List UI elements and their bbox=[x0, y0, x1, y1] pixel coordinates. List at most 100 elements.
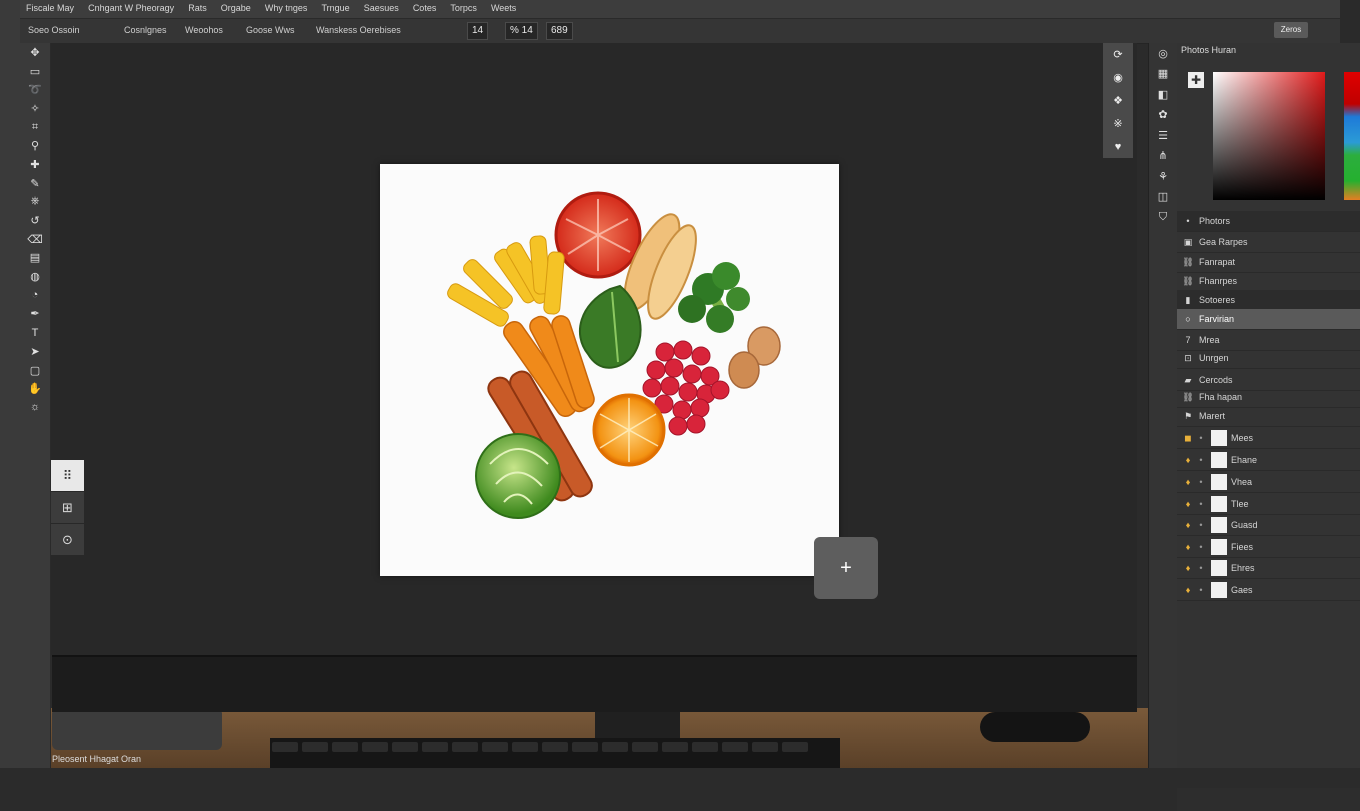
visibility-icon[interactable]: ◼ bbox=[1183, 433, 1193, 444]
gradients-icon[interactable]: ◧ bbox=[1149, 84, 1177, 105]
layer-thumbnail bbox=[1211, 539, 1227, 555]
options-item[interactable]: Cosnlgnes bbox=[124, 25, 167, 35]
visibility-icon[interactable]: ♦ bbox=[1183, 585, 1193, 595]
menu-item[interactable]: Cotes bbox=[413, 3, 437, 13]
swatches-icon[interactable]: ▦ bbox=[1149, 64, 1177, 85]
color-wheel-icon[interactable]: ◎ bbox=[1149, 43, 1177, 64]
frame-icon[interactable]: ⊞ bbox=[51, 492, 84, 523]
path-select-icon[interactable]: ➤ bbox=[20, 342, 50, 361]
mouse bbox=[980, 712, 1090, 742]
healing-icon[interactable]: ✚ bbox=[20, 155, 50, 174]
menu-item[interactable]: Orgabe bbox=[221, 3, 251, 13]
panel-section-header[interactable]: • Photors bbox=[1177, 211, 1360, 232]
move-icon[interactable]: ✥ bbox=[20, 43, 50, 62]
foreground-swatch-icon[interactable]: ✚ bbox=[1188, 72, 1204, 88]
visibility-icon[interactable]: ♦ bbox=[1183, 542, 1193, 552]
hue-slider[interactable] bbox=[1344, 72, 1360, 200]
lasso-icon[interactable]: ➰ bbox=[20, 80, 50, 99]
layers-icon[interactable]: ☰ bbox=[1149, 125, 1177, 146]
menu-item[interactable]: Torpcs bbox=[450, 3, 477, 13]
panel-icon-strip: ◎ ▦ ◧ ✿ ☰ ⋔ ⚘ ◫ ⛉ bbox=[1148, 43, 1178, 768]
hand-icon[interactable]: ✋ bbox=[20, 379, 50, 398]
zoom-icon[interactable]: ☼ bbox=[20, 398, 50, 417]
menu-item[interactable]: Weets bbox=[491, 3, 516, 13]
marquee-icon[interactable]: ▭ bbox=[20, 62, 50, 81]
drop-icon[interactable]: ❖ bbox=[1103, 89, 1133, 112]
layer-row[interactable]: ♦ • Ehane bbox=[1177, 450, 1360, 471]
document-canvas[interactable] bbox=[380, 164, 839, 576]
list-item-selected[interactable]: ○ Farvirian bbox=[1177, 309, 1360, 330]
styles-icon[interactable]: ⛉ bbox=[1149, 207, 1177, 228]
dodge-icon[interactable]: ◔ bbox=[20, 286, 50, 305]
link-icon: ⛓ bbox=[1182, 256, 1194, 267]
eyedropper-icon[interactable]: ⚲ bbox=[20, 136, 50, 155]
pen-icon[interactable]: ✒ bbox=[20, 305, 50, 324]
add-button[interactable]: + bbox=[814, 537, 878, 599]
workspace-button[interactable]: Zeros bbox=[1274, 22, 1308, 38]
gradient-icon[interactable]: ▤ bbox=[20, 249, 50, 268]
menu-item[interactable]: Cnhgant W Pheoragy bbox=[88, 3, 174, 13]
crop-icon[interactable]: ⌗ bbox=[20, 118, 50, 137]
layer-thumbnail bbox=[1211, 517, 1227, 533]
image-icon: ▣ bbox=[1183, 236, 1193, 247]
number-icon: 7 bbox=[1185, 335, 1191, 345]
arrange-icon[interactable]: ⠿ bbox=[51, 460, 84, 491]
menu-item[interactable]: Fiscale May bbox=[26, 3, 74, 13]
monitor-bezel-bottom bbox=[52, 655, 1137, 712]
stamp-icon[interactable]: ⎈ bbox=[20, 193, 50, 212]
menu-item[interactable]: Saesues bbox=[364, 3, 399, 13]
size-field[interactable]: 14 bbox=[467, 22, 489, 40]
dot-icon: • bbox=[1199, 499, 1203, 509]
color-picker-field[interactable] bbox=[1213, 72, 1325, 200]
visibility-icon[interactable]: ♦ bbox=[1183, 477, 1193, 487]
flow-field[interactable]: 689 bbox=[546, 22, 573, 40]
layer-row[interactable]: ♦ • Fiees bbox=[1177, 537, 1360, 558]
options-item[interactable]: Soeo Ossoin bbox=[28, 25, 80, 35]
paths-icon[interactable]: ⚘ bbox=[1149, 166, 1177, 187]
patterns-icon[interactable]: ✿ bbox=[1149, 105, 1177, 126]
visibility-icon[interactable]: ♦ bbox=[1183, 520, 1193, 530]
options-item[interactable]: Wanskess Oerebises bbox=[316, 25, 401, 35]
brush-icon[interactable]: ✎ bbox=[20, 174, 50, 193]
color-icon[interactable]: ◉ bbox=[1103, 66, 1133, 89]
panel-title: Photos Huran bbox=[1181, 45, 1237, 55]
heart-icon[interactable]: ♥ bbox=[1103, 135, 1133, 158]
bars-icon: ▮ bbox=[1185, 294, 1191, 305]
adjustments-icon[interactable]: ◫ bbox=[1149, 187, 1177, 208]
magic-wand-icon[interactable]: ✧ bbox=[20, 99, 50, 118]
layer-row[interactable]: ♦ • Guasd bbox=[1177, 515, 1360, 536]
layer-row[interactable]: ♦ • Ehres bbox=[1177, 558, 1360, 579]
history-icon[interactable]: ⟳ bbox=[1103, 43, 1133, 66]
blur-icon[interactable]: ◍ bbox=[20, 267, 50, 286]
channels-icon[interactable]: ⋔ bbox=[1149, 146, 1177, 167]
menu-item[interactable]: Rats bbox=[188, 3, 207, 13]
list-item[interactable]: ▣ Gea Rarpes bbox=[1177, 232, 1360, 253]
visibility-icon[interactable]: ♦ bbox=[1183, 499, 1193, 509]
layer-row[interactable]: ◼ • Mees bbox=[1177, 428, 1360, 449]
layer-thumbnail bbox=[1211, 452, 1227, 468]
dot-icon: • bbox=[1199, 433, 1203, 443]
visibility-icon[interactable]: ♦ bbox=[1183, 455, 1193, 465]
menu-item[interactable]: Trngue bbox=[321, 3, 349, 13]
mini-panel: ⟳ ◉ ❖ ※ ♥ bbox=[1103, 43, 1133, 158]
options-item[interactable]: Weoohos bbox=[185, 25, 223, 35]
adjust-icon[interactable]: ※ bbox=[1103, 112, 1133, 135]
layer-row[interactable]: ♦ • Tlee bbox=[1177, 494, 1360, 515]
panel-section-header[interactable]: ▮ Sotoeres bbox=[1177, 290, 1360, 311]
opacity-field[interactable]: % 14 bbox=[505, 22, 538, 40]
layer-row[interactable]: ♦ • Vhea bbox=[1177, 472, 1360, 493]
type-icon[interactable]: T bbox=[20, 323, 50, 342]
eraser-icon[interactable]: ⌫ bbox=[20, 230, 50, 249]
list-item[interactable]: ⛓ Fha hapan bbox=[1177, 387, 1360, 408]
visibility-icon[interactable]: ♦ bbox=[1183, 563, 1193, 573]
list-item[interactable]: ⊡ Unrgen bbox=[1177, 348, 1360, 369]
list-item[interactable]: ⛓ Fanrapat bbox=[1177, 252, 1360, 273]
shape-icon[interactable]: ▢ bbox=[20, 361, 50, 380]
list-item[interactable]: ⚑ Marert bbox=[1177, 406, 1360, 427]
list-item[interactable]: ⛓ Fhanrpes bbox=[1177, 271, 1360, 292]
target-icon[interactable]: ⊙ bbox=[51, 524, 84, 555]
history-brush-icon[interactable]: ↺ bbox=[20, 211, 50, 230]
options-item[interactable]: Goose Wws bbox=[246, 25, 295, 35]
menu-item[interactable]: Why tnges bbox=[265, 3, 308, 13]
layer-row[interactable]: ♦ • Gaes bbox=[1177, 580, 1360, 601]
